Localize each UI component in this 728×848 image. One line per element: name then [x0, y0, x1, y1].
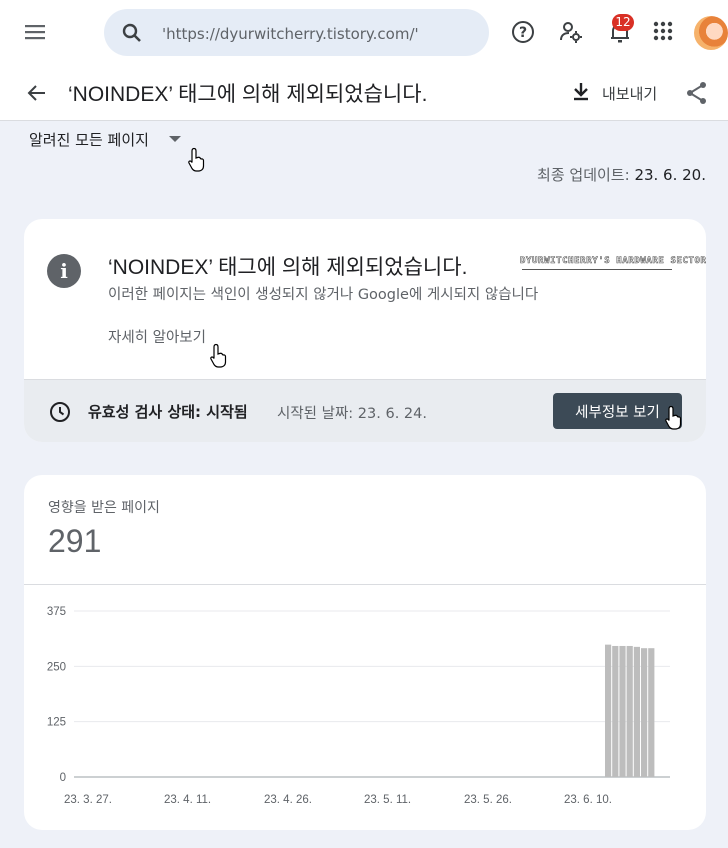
issue-info-card: i ‘NOINDEX’ 태그에 의해 제외되었습니다. DYURWITCHERR… [24, 219, 706, 442]
bar [641, 648, 648, 777]
x-tick-label: 23. 4. 26. [264, 794, 312, 806]
x-tick-label: 23. 5. 11. [364, 794, 411, 806]
avatar[interactable] [694, 16, 728, 50]
validation-status-bar: 유효성 검사 상태: 시작됨 시작된 날짜: 23. 6. 24. 세부정보 보… [24, 379, 706, 442]
view-details-button[interactable]: 세부정보 보기 [553, 393, 682, 429]
x-tick-label: 23. 6. 10. [564, 794, 612, 806]
search-bar[interactable] [104, 9, 489, 56]
bar [648, 648, 655, 777]
bar [612, 645, 619, 777]
y-tick-label: 0 [60, 772, 66, 784]
learn-more-link[interactable]: 자세히 알아보기 [108, 326, 206, 347]
y-tick-label: 125 [47, 717, 66, 729]
page-title: ‘NOINDEX’ 태그에 의해 제외되었습니다. [68, 83, 428, 106]
affected-pages-count: 291 [48, 523, 102, 559]
info-icon: i [47, 254, 81, 288]
last-updated: 최종 업데이트: 23. 6. 20. [537, 164, 706, 185]
user-settings-icon[interactable] [558, 19, 584, 45]
affected-pages-chart: 375 250 125 0 23. 3. 27. 23. 4. 11. 23. 4. 26.… [47, 606, 670, 806]
notification-badge: 12 [612, 14, 634, 31]
help-icon[interactable]: ? [510, 19, 536, 45]
y-tick-label: 250 [47, 661, 66, 673]
hand-cursor-icon [188, 147, 206, 173]
bar [619, 645, 626, 777]
affected-pages-card: 영향을 받은 페이지 291 375 250 125 0 23. 3. 27. 23. 4… [24, 475, 706, 830]
back-arrow-icon[interactable] [24, 80, 50, 106]
export-label: 내보내기 [602, 84, 658, 103]
download-icon [570, 80, 592, 106]
watermark-text: DYURWITCHERRY'S HARDWARE SECTOR [520, 256, 706, 267]
hand-cursor-icon [210, 343, 228, 369]
issue-description: 이러한 페이지는 색인이 생성되지 않거나 Google에 게시되지 않습니다 [108, 287, 539, 303]
menu-icon[interactable] [22, 20, 50, 44]
last-updated-label: 최종 업데이트: [537, 166, 630, 184]
export-button[interactable]: 내보내기 [570, 78, 657, 108]
clock-icon [48, 400, 72, 424]
page-header: ‘NOINDEX’ 태그에 의해 제외되었습니다. 내보내기 [0, 66, 728, 121]
search-icon [120, 21, 144, 45]
validation-status-label: 유효성 검사 상태: 시작됨 [88, 403, 248, 421]
svg-text:?: ? [519, 25, 527, 41]
search-input[interactable] [160, 19, 464, 49]
affected-pages-label: 영향을 받은 페이지 [48, 500, 160, 516]
page-filter-dropdown[interactable]: 알려진 모든 페이지 [29, 128, 181, 150]
chevron-down-icon [168, 136, 181, 142]
last-updated-value: 23. 6. 20. [634, 166, 706, 184]
x-tick-label: 23. 3. 27. [64, 794, 112, 806]
watermark-logo: DYURWITCHERRY'S HARDWARE SECTOR [520, 256, 706, 270]
issue-title: ‘NOINDEX’ 태그에 의해 제외되었습니다. [108, 256, 468, 279]
bar [626, 645, 633, 777]
bar [605, 644, 612, 777]
bar [633, 646, 640, 777]
top-app-bar: ? 12 [0, 0, 728, 66]
x-tick-label: 23. 4. 11. [164, 794, 211, 806]
x-tick-label: 23. 5. 26. [464, 794, 512, 806]
validation-start-date: 시작된 날짜: 23. 6. 24. [277, 406, 427, 422]
filter-selected-label: 알려진 모든 페이지 [29, 130, 149, 149]
y-tick-label: 375 [47, 606, 66, 618]
apps-grid-icon[interactable] [651, 19, 677, 45]
share-icon[interactable] [684, 80, 710, 106]
